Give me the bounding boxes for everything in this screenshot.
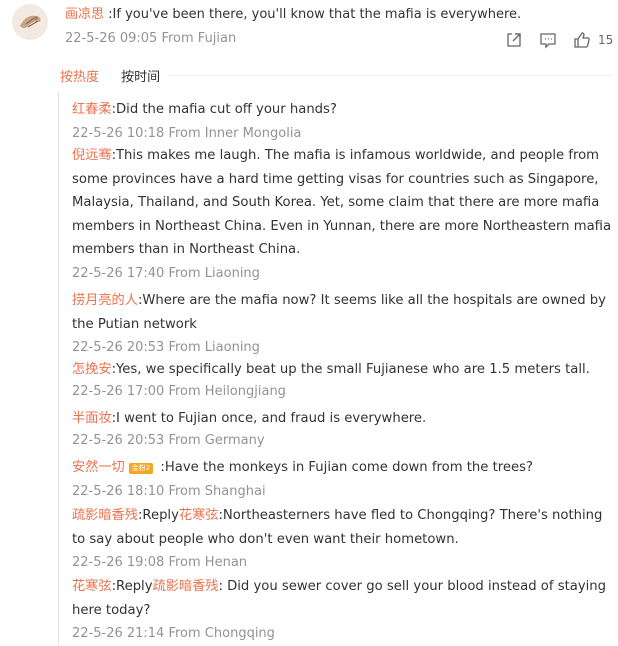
share-icon[interactable] xyxy=(505,31,525,51)
reply-text: 半面妆:I went to Fujian once, and fraud is … xyxy=(72,407,617,431)
reply-username[interactable]: 花寒弦 xyxy=(72,579,112,594)
main-comment: 画凉思 :If you've been there, you'll know t… xyxy=(0,0,618,60)
reply-list: 红春柔:Did the mafia cut off your hands? 22… xyxy=(58,92,618,646)
reply-item: 半面妆:I went to Fujian once, and fraud is … xyxy=(72,407,617,450)
reply-body: :I went to Fujian once, and fraud is eve… xyxy=(111,411,427,426)
reply-item: 倪远骞:This makes me laugh. The mafia is in… xyxy=(72,144,617,283)
reply-text: 花寒弦:Reply疏影暗香残: Did you sewer cover go s… xyxy=(72,575,617,622)
reply-text: 捞月亮的人:Where are the mafia now? It seems … xyxy=(72,289,617,336)
avatar-image xyxy=(12,4,48,40)
reply-target-username[interactable]: 花寒弦 xyxy=(179,508,219,523)
reply-body: :This makes me laugh. The mafia is infam… xyxy=(72,148,612,257)
comment-icon[interactable] xyxy=(539,31,559,51)
reply-meta: 22-5-26 20:53 From Liaoning xyxy=(72,340,260,355)
fan-badge: 金粉2 xyxy=(128,463,154,474)
reply-body: :Did the mafia cut off your hands? xyxy=(111,102,337,117)
reply-meta: 22-5-26 20:53 From Germany xyxy=(72,432,265,448)
reply-item: 红春柔:Did the mafia cut off your hands? 22… xyxy=(72,98,617,143)
main-comment-username[interactable]: 画凉思 xyxy=(65,7,104,22)
reply-username[interactable]: 倪远骞 xyxy=(72,148,112,163)
user-avatar[interactable] xyxy=(12,4,48,40)
reply-word: :Reply xyxy=(137,508,179,523)
reply-meta: 22-5-26 21:14 From Chongqing xyxy=(72,626,275,641)
reply-item: 安然一切 金粉2 :Have the monkeys in Fujian come… xyxy=(72,456,617,501)
reply-text: 怎挽安:Yes, we specifically beat up the sma… xyxy=(72,358,617,382)
reply-body: :Have the monkeys in Fujian come down fr… xyxy=(156,460,533,475)
reply-item: 疏影暗香残:Reply花寒弦:Northeasterners have fled… xyxy=(72,504,617,572)
reply-username[interactable]: 怎挽安 xyxy=(72,362,112,377)
like-icon[interactable] xyxy=(573,31,593,51)
reply-target-username[interactable]: 疏影暗香残 xyxy=(153,579,219,594)
reply-text: 疏影暗香残:Reply花寒弦:Northeasterners have fled… xyxy=(72,504,617,551)
tabs-divider xyxy=(167,75,612,76)
main-comment-meta: 22-5-26 09:05 From Fujian xyxy=(65,31,237,46)
reply-meta: 22-5-26 17:40 From Liaoning xyxy=(72,265,260,281)
reply-meta: 22-5-26 18:10 From Shanghai xyxy=(72,483,266,499)
sort-tabs: 按热度 按时间 xyxy=(60,66,178,85)
main-comment-body: :If you've been there, you'll know that … xyxy=(104,7,522,22)
reply-item: 怎挽安:Yes, we specifically beat up the sma… xyxy=(72,358,617,401)
reply-username[interactable]: 安然一切 xyxy=(72,460,125,475)
reply-body: :Where are the mafia now? It seems like … xyxy=(72,293,606,332)
main-comment-text: 画凉思 :If you've been there, you'll know t… xyxy=(65,6,521,24)
reply-item: 捞月亮的人:Where are the mafia now? It seems … xyxy=(72,289,617,357)
reply-username[interactable]: 半面妆 xyxy=(72,411,112,426)
reply-username[interactable]: 红春柔 xyxy=(72,102,112,117)
tab-sort-by-hot[interactable]: 按热度 xyxy=(60,66,99,85)
reply-body: :Yes, we specifically beat up the small … xyxy=(111,362,590,377)
reply-item: 花寒弦:Reply疏影暗香残: Did you sewer cover go s… xyxy=(72,575,617,643)
reply-meta: 22-5-26 17:00 From Heilongjiang xyxy=(72,383,286,399)
reply-text: 安然一切 金粉2 :Have the monkeys in Fujian come… xyxy=(72,456,617,480)
reply-text: 红春柔:Did the mafia cut off your hands? xyxy=(72,98,617,122)
reply-meta: 22-5-26 19:08 From Henan xyxy=(72,555,248,570)
tab-sort-by-time[interactable]: 按时间 xyxy=(121,66,160,85)
reply-meta: 22-5-26 10:18 From Inner Mongolia xyxy=(72,125,302,141)
like-count: 15 xyxy=(598,33,614,47)
reply-username[interactable]: 捞月亮的人 xyxy=(72,293,138,308)
reply-text: 倪远骞:This makes me laugh. The mafia is in… xyxy=(72,144,617,262)
reply-word: :Reply xyxy=(111,579,153,594)
reply-username[interactable]: 疏影暗香残 xyxy=(72,508,138,523)
